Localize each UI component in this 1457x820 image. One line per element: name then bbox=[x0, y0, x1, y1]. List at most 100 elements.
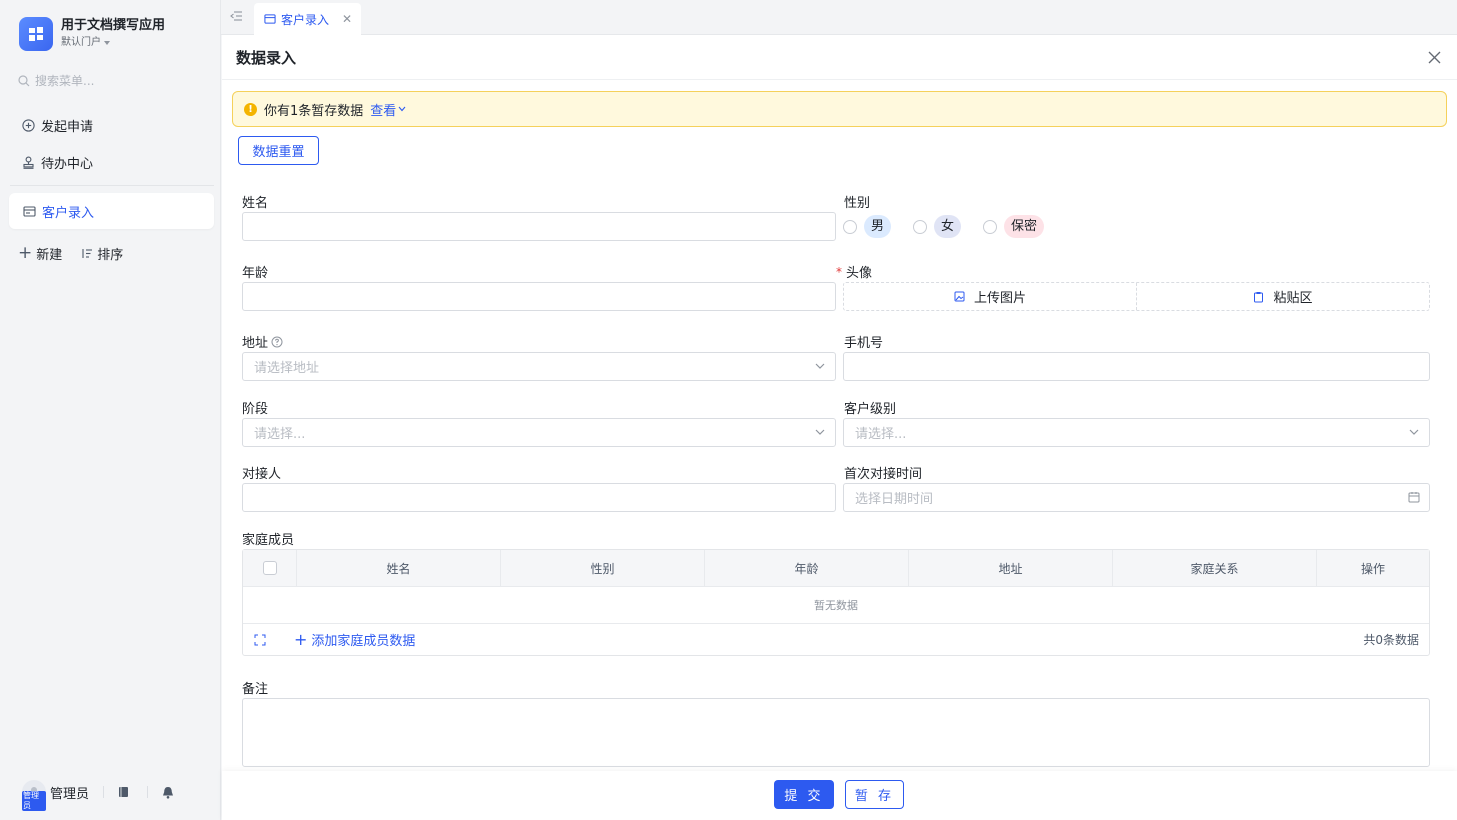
avatar[interactable]: 管理员 bbox=[22, 780, 46, 811]
name-label: 姓名 bbox=[242, 196, 269, 211]
name-field[interactable] bbox=[242, 212, 836, 241]
contact-label: 对接人 bbox=[242, 467, 282, 482]
column-header: 性别 bbox=[501, 550, 705, 586]
portal-label: 默认门户 bbox=[61, 37, 101, 48]
gender-chip: 保密 bbox=[1004, 215, 1045, 238]
address-placeholder: 请选择地址 bbox=[254, 361, 320, 376]
remark-label: 备注 bbox=[242, 682, 269, 697]
calendar-icon bbox=[1408, 492, 1420, 503]
address-label: 地址 bbox=[242, 332, 283, 351]
column-header: 家庭关系 bbox=[1113, 550, 1317, 586]
phone-label: 手机号 bbox=[844, 336, 884, 351]
age-label: 年龄 bbox=[242, 266, 269, 281]
bell-icon[interactable] bbox=[162, 786, 174, 799]
sidebar-item-label: 客户录入 bbox=[42, 205, 95, 221]
datetime-placeholder: 选择日期时间 bbox=[855, 492, 934, 507]
sidebar-item-apply[interactable]: 发起申请 bbox=[22, 116, 93, 135]
app-logo-icon bbox=[19, 17, 53, 51]
help-icon[interactable] bbox=[271, 336, 283, 348]
caret-down-icon bbox=[104, 41, 110, 45]
plus-icon: + bbox=[18, 243, 33, 263]
submit-button[interactable]: 提 交 bbox=[774, 780, 834, 809]
form-footer: 提 交 暂 存 bbox=[222, 771, 1457, 820]
sidebar-item-todo[interactable]: 待办中心 bbox=[22, 153, 93, 172]
role-tag: 管理员 bbox=[22, 791, 46, 811]
avatar-label: * 头像 bbox=[836, 262, 873, 282]
total-count: 共0条数据 bbox=[1363, 633, 1419, 647]
book-icon[interactable] bbox=[118, 786, 129, 798]
view-drafts-link[interactable]: 查看 bbox=[370, 100, 406, 119]
add-family-member-button[interactable]: + 添加家庭成员数据 bbox=[294, 630, 415, 649]
empty-state: 暂无数据 bbox=[243, 587, 1429, 624]
stage-select[interactable]: 请选择... bbox=[242, 418, 836, 447]
remark-textarea[interactable] bbox=[242, 698, 1430, 767]
contact-field[interactable] bbox=[242, 483, 836, 512]
tab-customer-entry[interactable]: 客户录入 ✕ bbox=[254, 3, 361, 35]
page-title: 数据录入 bbox=[236, 48, 297, 67]
sort-icon bbox=[82, 249, 93, 258]
paste-label: 粘贴区 bbox=[1273, 291, 1313, 306]
close-icon[interactable]: ✕ bbox=[342, 12, 352, 26]
warning-icon: ! bbox=[244, 102, 257, 116]
divider bbox=[103, 786, 105, 798]
tab-bar: 客户录入 ✕ bbox=[221, 0, 1457, 35]
first-contact-datetime[interactable]: 选择日期时间 bbox=[843, 483, 1430, 512]
app-header[interactable]: 用于文档撰写应用 默认门户 bbox=[19, 17, 165, 51]
app-title: 用于文档撰写应用 bbox=[61, 18, 166, 33]
new-label: 新建 bbox=[36, 248, 63, 263]
radio-button[interactable] bbox=[843, 219, 857, 234]
draft-alert: ! 你有1条暂存数据 查看 bbox=[232, 91, 1447, 127]
collapse-menu-icon[interactable] bbox=[230, 10, 243, 22]
column-header: 地址 bbox=[909, 550, 1113, 586]
divider bbox=[10, 185, 214, 186]
upload-image-button[interactable]: 上传图片 bbox=[844, 283, 1136, 310]
phone-field[interactable] bbox=[843, 352, 1430, 381]
new-button[interactable]: + 新建 bbox=[18, 243, 63, 264]
image-icon bbox=[954, 291, 965, 302]
family-table: 姓名 性别 年龄 地址 家庭关系 操作 暂无数据 + 添加家庭成员数据 共0条数… bbox=[242, 549, 1430, 656]
form-panel: 数据录入 ! 你有1条暂存数据 查看 数据重置 姓名 性别 男 女 保密 年龄 … bbox=[222, 35, 1457, 820]
age-field[interactable] bbox=[242, 282, 836, 311]
paste-area[interactable]: 粘贴区 bbox=[1136, 283, 1429, 310]
user-name[interactable]: 管理员 bbox=[50, 783, 89, 802]
menu-search[interactable]: 搜索菜单... bbox=[18, 72, 94, 89]
reset-data-button[interactable]: 数据重置 bbox=[238, 136, 319, 165]
address-select[interactable]: 请选择地址 bbox=[242, 352, 836, 381]
avatar-upload: 上传图片 粘贴区 bbox=[843, 282, 1430, 311]
required-mark: * bbox=[836, 264, 842, 279]
add-label: 添加家庭成员数据 bbox=[311, 634, 416, 649]
gender-option-female[interactable]: 女 bbox=[913, 215, 962, 238]
level-select[interactable]: 请选择... bbox=[843, 418, 1430, 447]
gender-chip: 女 bbox=[934, 215, 962, 238]
sort-button[interactable]: 排序 bbox=[80, 244, 123, 263]
column-header: 操作 bbox=[1360, 561, 1385, 576]
fullscreen-icon[interactable] bbox=[254, 634, 266, 646]
plus-circle-icon bbox=[22, 119, 35, 132]
gender-option-male[interactable]: 男 bbox=[843, 215, 892, 238]
level-label: 客户级别 bbox=[844, 402, 897, 417]
sidebar-item-label: 待办中心 bbox=[41, 157, 94, 172]
gender-option-secret[interactable]: 保密 bbox=[983, 215, 1045, 238]
close-icon[interactable] bbox=[1428, 51, 1441, 64]
stage-placeholder: 请选择... bbox=[254, 427, 306, 442]
family-label: 家庭成员 bbox=[242, 533, 295, 548]
plus-icon: + bbox=[294, 629, 308, 649]
avatar-label-text: 头像 bbox=[846, 266, 873, 281]
portal-switcher[interactable]: 默认门户 bbox=[61, 35, 165, 51]
divider bbox=[147, 786, 149, 798]
level-placeholder: 请选择... bbox=[855, 427, 907, 442]
radio-button[interactable] bbox=[913, 219, 928, 234]
select-all-checkbox[interactable] bbox=[262, 561, 277, 575]
save-draft-button[interactable]: 暂 存 bbox=[845, 780, 904, 809]
chevron-down-icon bbox=[815, 363, 825, 369]
radio-button[interactable] bbox=[983, 219, 998, 234]
sidebar-item-customer-entry[interactable]: 客户录入 bbox=[9, 193, 214, 229]
upload-label: 上传图片 bbox=[973, 291, 1026, 306]
chevron-down-icon bbox=[1409, 429, 1419, 435]
form-icon bbox=[23, 205, 36, 217]
table-footer: + 添加家庭成员数据 共0条数据 bbox=[243, 624, 1429, 655]
stage-label: 阶段 bbox=[242, 402, 269, 417]
stamp-icon bbox=[23, 156, 34, 169]
address-label-text: 地址 bbox=[242, 336, 269, 351]
tab-label: 客户录入 bbox=[281, 12, 330, 27]
